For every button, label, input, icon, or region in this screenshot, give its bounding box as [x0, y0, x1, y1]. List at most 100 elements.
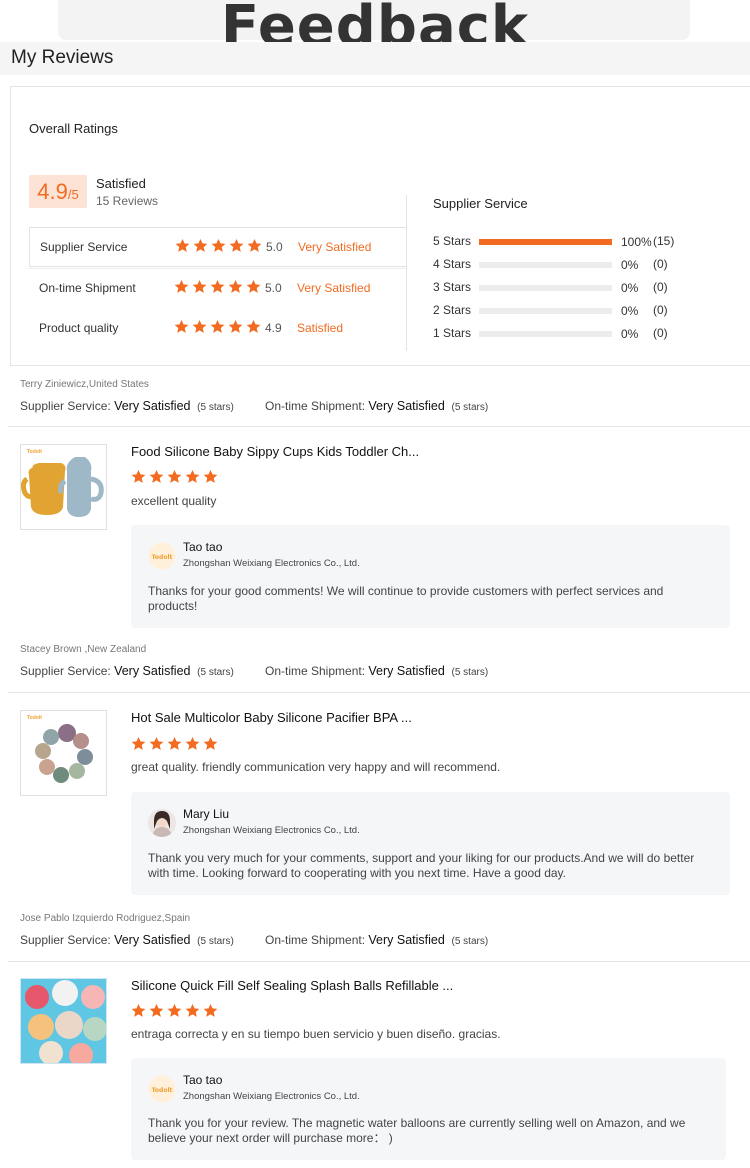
reply-author-name: Tao tao: [183, 540, 223, 554]
star-icon: [228, 279, 243, 293]
user-photo-icon: [148, 809, 176, 837]
review-comment: entraga correcta y en su tiempo buen ser…: [131, 1027, 501, 1041]
product-brand: Todolt: [27, 715, 42, 721]
product-thumbnail[interactable]: Todolt: [20, 710, 107, 796]
star-icon: [210, 279, 225, 293]
star-icon: [167, 469, 182, 483]
reviewer-name: Jose Pablo Izquierdo Rodriguez,Spain: [20, 913, 191, 924]
overall-review-count[interactable]: 15 Reviews: [96, 194, 158, 208]
avatar: Todolt: [148, 542, 176, 570]
distribution-row-1-stars[interactable]: 1 Stars 0% (0): [433, 324, 693, 342]
distribution-label: 4 Stars: [433, 257, 472, 271]
splash-balls-image: [21, 979, 106, 1063]
page-title: My Reviews: [11, 47, 114, 68]
reviewer-name: Terry Ziniewicz,United States: [20, 379, 149, 390]
on-time-shipment-label: On-time Shipment:: [265, 664, 366, 678]
star-icon: [246, 319, 261, 333]
pacifier-ring-image: [35, 724, 93, 783]
supplier-service-label: Supplier Service:: [20, 933, 111, 947]
on-time-shipment-stars: (5 stars): [451, 936, 489, 947]
on-time-shipment-rating: Very Satisfied: [368, 664, 445, 678]
metric-row-product-quality: Product quality 4.9 Satisfied: [29, 309, 407, 349]
review-service-ratings: Supplier Service: Very Satisfied (5 star…: [20, 399, 488, 413]
star-icon: [175, 238, 190, 252]
metric-label: On-time Shipment: [39, 281, 136, 295]
supplier-logo-icon: Todolt: [149, 543, 175, 569]
distribution-row-4-stars[interactable]: 4 Stars 0% (0): [433, 255, 693, 273]
on-time-shipment-rating: Very Satisfied: [368, 933, 445, 947]
distribution-bar: [479, 239, 612, 245]
star-icon: [247, 238, 262, 252]
supplier-reply: Todolt Tao tao Zhongshan Weixiang Electr…: [131, 525, 730, 628]
overall-score: 4.9: [37, 179, 68, 204]
review-comment: excellent quality: [131, 494, 217, 508]
distribution-row-2-stars[interactable]: 2 Stars 0% (0): [433, 301, 693, 319]
product-thumbnail[interactable]: [20, 978, 107, 1064]
distribution-row-5-stars[interactable]: 5 Stars 100% (15): [433, 232, 693, 250]
metric-status: Satisfied: [297, 321, 344, 335]
star-icon: [149, 736, 164, 750]
supplier-service-rating: Very Satisfied: [114, 933, 191, 947]
supplier-service-rating: Very Satisfied: [114, 399, 191, 413]
metric-value: 5.0: [265, 281, 282, 295]
star-icon: [185, 736, 200, 750]
avatar: [148, 809, 176, 837]
review-comment: great quality. friendly communication ve…: [131, 760, 501, 774]
review-star-rating: [131, 736, 221, 754]
supplier-logo-icon: Todolt: [149, 1076, 175, 1102]
product-brand: Todolt: [27, 449, 42, 455]
metric-status: Very Satisfied: [298, 240, 372, 254]
product-thumbnail[interactable]: Todolt: [20, 444, 107, 530]
distribution-label: 5 Stars: [433, 234, 472, 248]
overall-score-badge: 4.9/5: [29, 175, 87, 208]
metric-value: 5.0: [266, 240, 283, 254]
metric-status: Very Satisfied: [297, 281, 371, 295]
metric-star-rating: [175, 238, 265, 256]
distribution-percent: 0%: [621, 327, 639, 341]
supplier-service-stars: (5 stars): [197, 936, 234, 947]
product-title[interactable]: Silicone Quick Fill Self Sealing Splash …: [131, 978, 453, 993]
distribution-percent: 0%: [621, 281, 639, 295]
on-time-shipment-label: On-time Shipment:: [265, 933, 366, 947]
metric-row-supplier-service: Supplier Service 5.0 Very Satisfied: [29, 227, 407, 267]
distribution-count: (0): [653, 280, 668, 294]
sippy-cups-image: [21, 457, 104, 517]
on-time-shipment-stars: (5 stars): [451, 402, 489, 413]
reply-text: Thank you for your review. The magnetic …: [148, 1116, 686, 1145]
star-icon: [149, 1003, 164, 1017]
distribution-row-3-stars[interactable]: 3 Stars 0% (0): [433, 278, 693, 296]
star-icon: [228, 319, 243, 333]
distribution-count: (0): [653, 257, 668, 271]
distribution-percent: 0%: [621, 304, 639, 318]
overall-ratings-label: Overall Ratings: [29, 121, 118, 136]
review-divider: [8, 961, 750, 962]
distribution-label: 3 Stars: [433, 280, 472, 294]
reply-author-name: Tao tao: [183, 1073, 223, 1087]
star-icon: [185, 1003, 200, 1017]
product-title[interactable]: Hot Sale Multicolor Baby Silicone Pacifi…: [131, 710, 412, 725]
product-title[interactable]: Food Silicone Baby Sippy Cups Kids Toddl…: [131, 444, 419, 459]
card-divider: [406, 195, 407, 351]
overall-score-max: /5: [67, 187, 79, 202]
review-star-rating: [131, 1003, 221, 1021]
supplier-service-title: Supplier Service: [433, 196, 528, 211]
star-icon: [131, 736, 146, 750]
metric-row-on-time-shipment: On-time Shipment 5.0 Very Satisfied: [29, 268, 407, 308]
metric-label: Supplier Service: [40, 240, 128, 254]
reply-author-name: Mary Liu: [183, 807, 230, 821]
star-icon: [229, 238, 244, 252]
star-icon: [174, 279, 189, 293]
review-divider: [8, 426, 750, 427]
distribution-count: (15): [653, 234, 675, 248]
reply-company: Zhongshan Weixiang Electronics Co., Ltd.: [183, 558, 360, 569]
overall-status: Satisfied: [96, 176, 146, 191]
distribution-bar: [479, 262, 612, 268]
star-icon: [192, 279, 207, 293]
metric-star-rating: [174, 319, 264, 337]
supplier-reply: Todolt Tao tao Zhongshan Weixiang Electr…: [131, 1058, 726, 1160]
ratings-summary-card: Overall Ratings 4.9/5 Satisfied 15 Revie…: [10, 86, 750, 366]
star-icon: [193, 238, 208, 252]
star-icon: [174, 319, 189, 333]
reply-company: Zhongshan Weixiang Electronics Co., Ltd.: [183, 1091, 360, 1102]
supplier-service-rating: Very Satisfied: [114, 664, 191, 678]
